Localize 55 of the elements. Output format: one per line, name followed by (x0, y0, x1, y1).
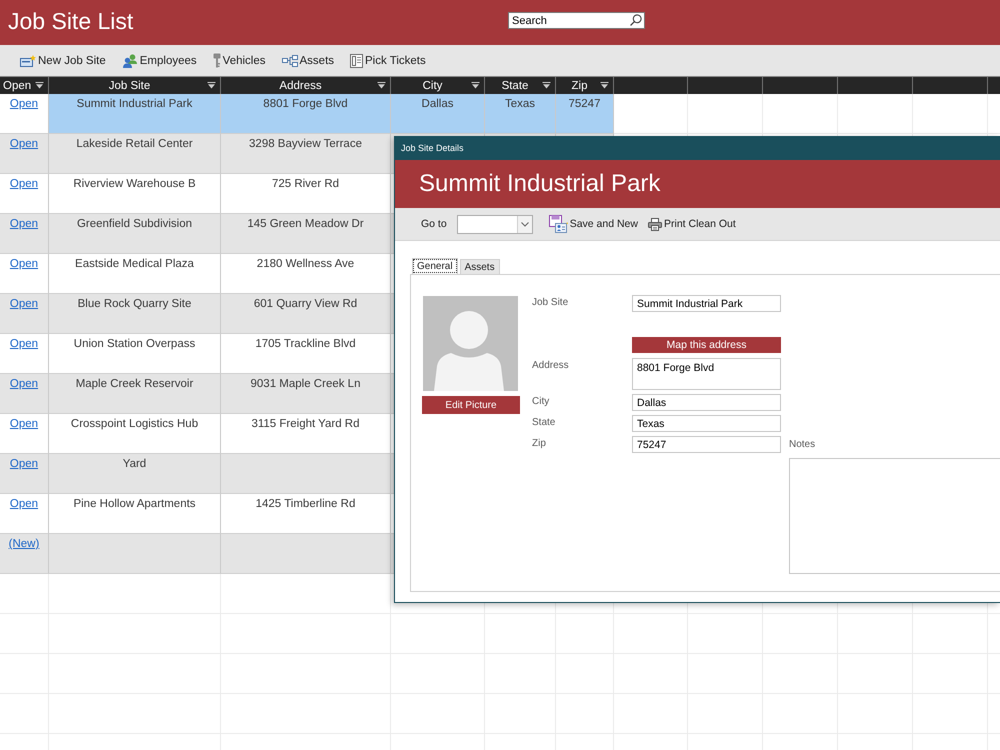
tab[interactable]: General (412, 258, 458, 274)
toolbar-button[interactable]: New Job Site (20, 54, 106, 66)
dropdown-caret-icon (377, 82, 386, 89)
record-link[interactable]: Open (10, 258, 38, 270)
toolbar-button[interactable]: Print Clean Out (648, 218, 736, 230)
search-field[interactable]: Search (508, 12, 645, 29)
table-row[interactable]: Open Summit Industrial Park 8801 Forge Blvd Dallas Texas 75247 (0, 94, 614, 134)
record-link[interactable]: (New) (8, 538, 40, 550)
connected-boxes-icon (282, 54, 298, 66)
text-field[interactable]: 75247 (632, 436, 781, 453)
field-label: Notes (789, 438, 816, 452)
toolbar-button[interactable]: Assets (282, 54, 334, 66)
record-link[interactable]: Open (10, 138, 38, 150)
dropdown-caret-icon (542, 82, 551, 89)
record-link[interactable]: Open (10, 298, 38, 310)
text-field[interactable]: Dallas (632, 394, 781, 411)
notes-field[interactable] (789, 458, 1000, 574)
map-address-button[interactable]: Map this address (632, 337, 781, 353)
toolbar-button[interactable]: Pick Tickets (350, 54, 426, 68)
record-link[interactable]: Open (10, 458, 38, 470)
save-icon (548, 215, 569, 233)
tab[interactable]: Assets (460, 259, 500, 274)
field-label: Job Site (532, 296, 570, 308)
goto-label: Go to (421, 218, 447, 230)
dialog-title: Job Site Details (401, 143, 464, 153)
field-label: Zip (532, 437, 547, 449)
toolbar-button[interactable]: Employees (122, 54, 197, 68)
record-link[interactable]: Open (10, 338, 38, 350)
chevron-down-icon (520, 222, 529, 226)
text-area[interactable]: 8801 Forge Blvd (632, 358, 781, 390)
field-label: State (532, 416, 556, 428)
record-link[interactable]: Open (10, 98, 38, 110)
app-title: Job Site List (8, 8, 134, 34)
goto-dropdown[interactable] (456, 214, 533, 234)
edit-picture-button[interactable]: Edit Picture (422, 396, 520, 414)
document-icon (350, 54, 364, 68)
dropdown-caret-icon (471, 82, 480, 89)
text-field[interactable]: Summit Industrial Park (632, 295, 781, 312)
search-icon (630, 14, 642, 26)
printer-icon (648, 218, 662, 230)
card-icon (20, 54, 36, 66)
field-label: Address (532, 359, 570, 371)
record-link[interactable]: Open (10, 498, 38, 510)
record-link[interactable]: Open (10, 378, 38, 390)
field-label: City (532, 395, 550, 407)
record-link[interactable]: Open (10, 418, 38, 430)
dropdown-caret-icon (35, 82, 44, 89)
record-link[interactable]: Open (10, 178, 38, 190)
people-icon (122, 54, 138, 68)
toolbar-button[interactable]: Vehicles (212, 53, 266, 68)
dropdown-caret-icon (207, 82, 216, 89)
key-icon (212, 53, 221, 68)
record-link[interactable]: Open (10, 218, 38, 230)
text-field[interactable]: Texas (632, 415, 781, 432)
dropdown-caret-icon (600, 82, 609, 89)
